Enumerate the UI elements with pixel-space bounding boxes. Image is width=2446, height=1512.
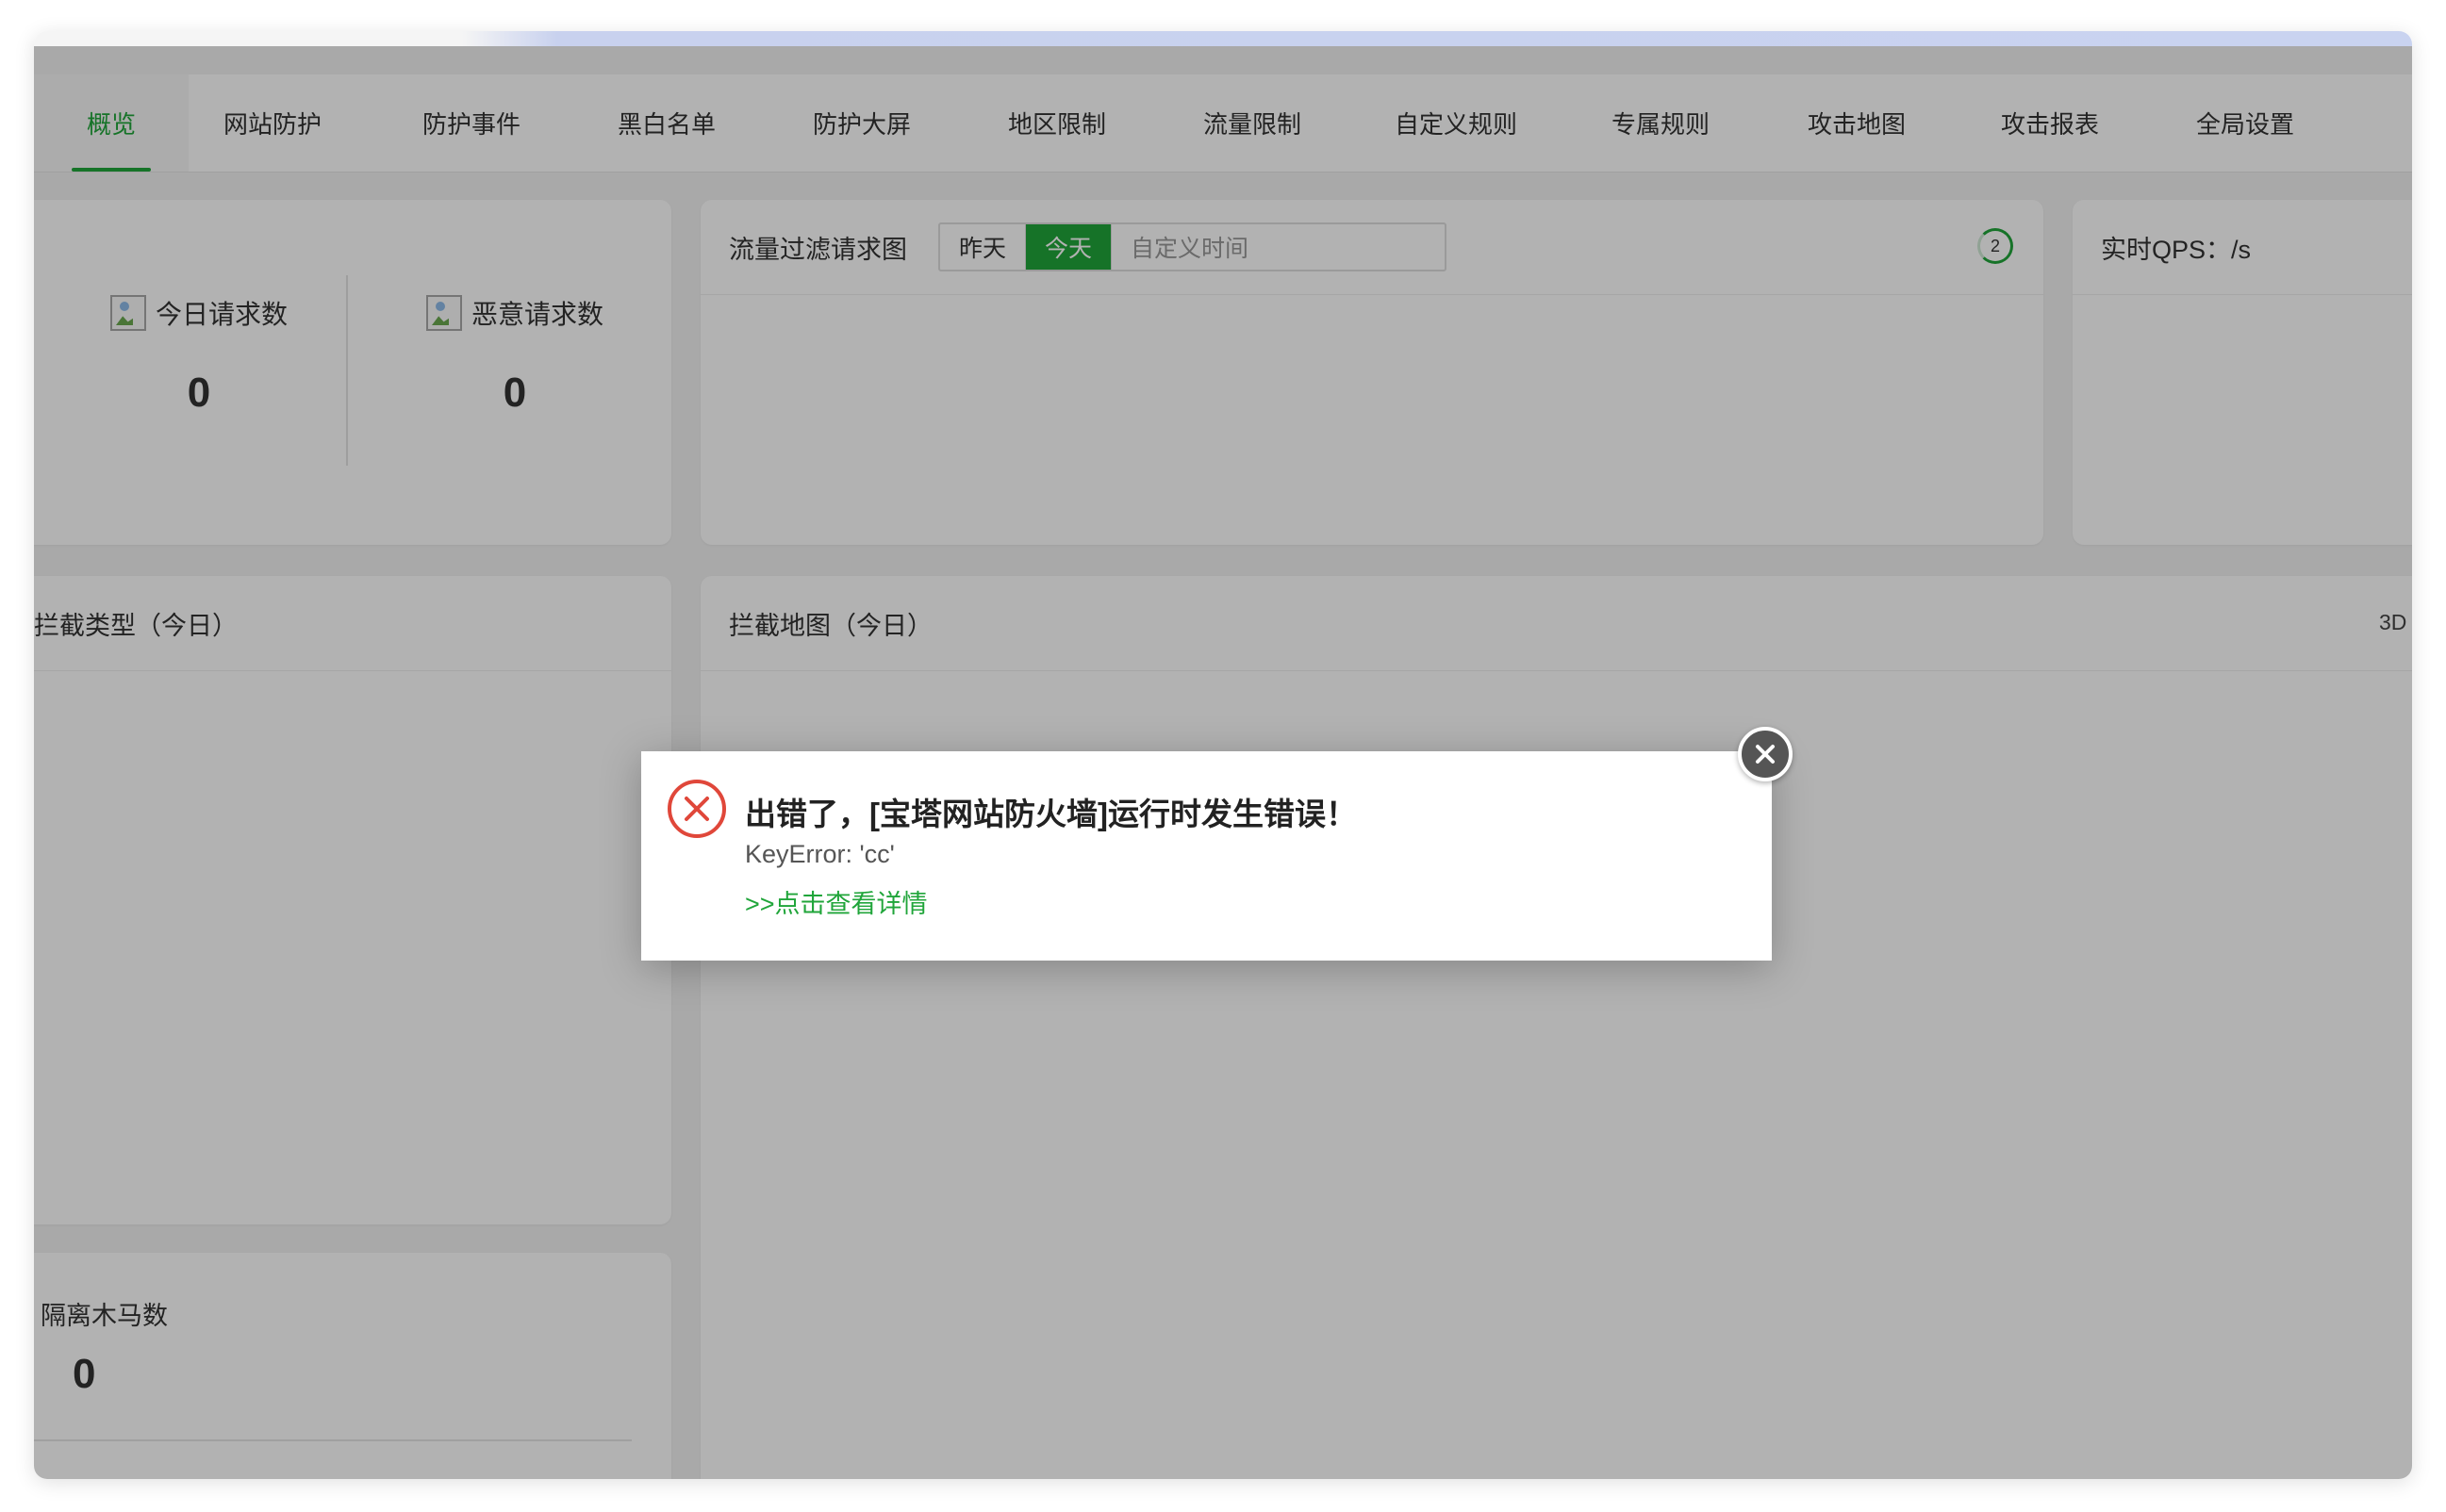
close-dialog-button[interactable] — [1738, 727, 1793, 781]
error-x-icon — [668, 780, 726, 838]
error-title: 出错了，[宝塔网站防火墙]运行时发生错误！ — [745, 797, 1357, 831]
error-details-link[interactable]: >>点击查看详情 — [745, 883, 928, 920]
close-icon — [1756, 745, 1775, 764]
loading-bar — [34, 31, 2412, 46]
error-dialog: 出错了，[宝塔网站防火墙]运行时发生错误！ KeyError: 'cc' >>点… — [641, 751, 1772, 961]
error-message: KeyError: 'cc' — [745, 840, 895, 868]
